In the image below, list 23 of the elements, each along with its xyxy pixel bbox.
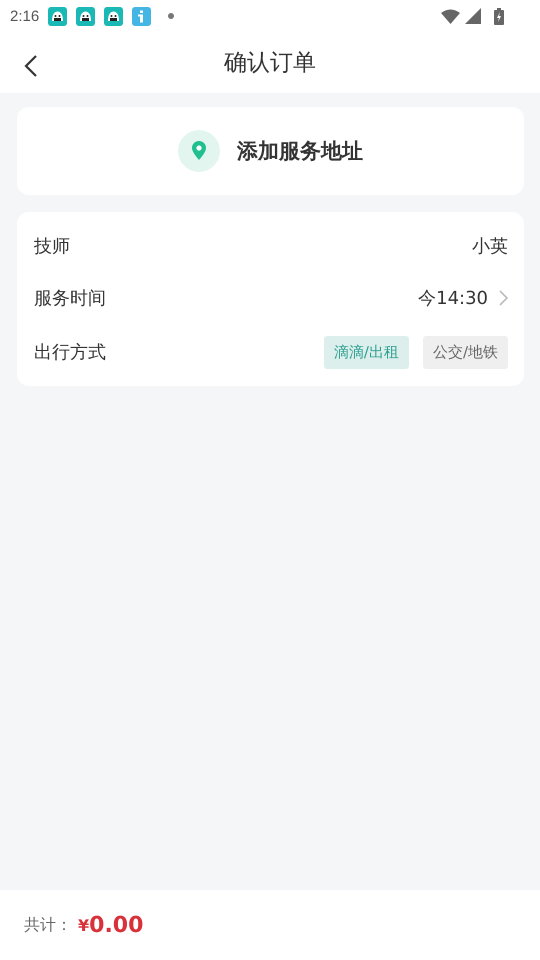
chevron-right-icon — [499, 290, 508, 306]
notification-icon — [104, 6, 124, 26]
time-selector[interactable]: 今14:30 — [418, 286, 508, 310]
total-label: 共计： — [24, 914, 72, 936]
battery-icon — [494, 8, 504, 24]
location-pin-icon — [178, 130, 220, 172]
total-amount: 0.00 — [89, 912, 144, 938]
add-address-button[interactable]: 添加服务地址 — [17, 107, 524, 195]
currency-symbol: ¥ — [78, 916, 90, 934]
field-label: 服务时间 — [34, 287, 106, 310]
back-icon — [24, 54, 38, 78]
field-value: 小英 — [472, 235, 508, 258]
notification-icon — [48, 6, 68, 26]
travel-option[interactable]: 公交/地铁 — [422, 336, 508, 368]
field-label: 出行方式 — [34, 341, 106, 364]
wifi-icon — [441, 8, 460, 24]
status-time: 2:16 — [10, 8, 40, 24]
notification-icon — [76, 6, 96, 26]
field-label: 技师 — [34, 235, 70, 258]
page-title: 确认订单 — [224, 49, 316, 78]
signal-icon — [465, 8, 481, 24]
dot-icon — [168, 13, 174, 19]
info-icon — [132, 6, 152, 26]
